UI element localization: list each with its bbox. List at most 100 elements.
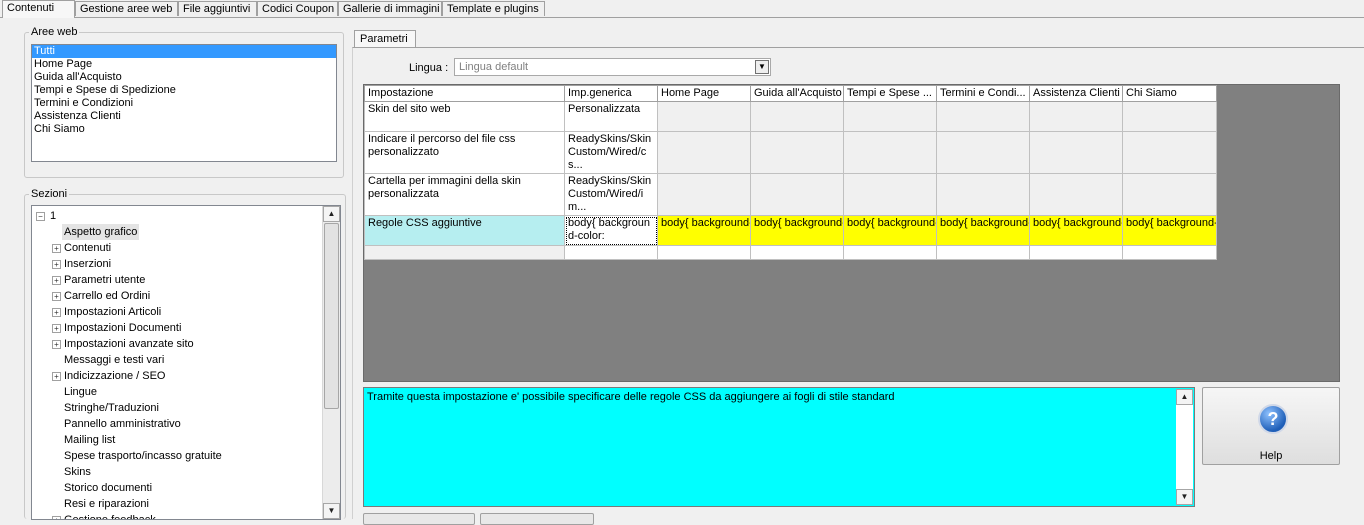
expand-icon[interactable]: + bbox=[52, 292, 61, 301]
tree-item[interactable]: Spese trasporto/incasso gratuite bbox=[32, 448, 312, 464]
table-row[interactable]: Regole CSS aggiuntive body{ background-co… bbox=[364, 215, 1217, 246]
tab-contenuti[interactable]: Contenuti bbox=[2, 0, 75, 18]
area-value-cell[interactable] bbox=[657, 173, 751, 216]
column-header[interactable]: Impostazione bbox=[364, 85, 565, 102]
expand-icon[interactable]: + bbox=[52, 516, 61, 519]
aree-web-item-assistenza[interactable]: Assistenza Clienti bbox=[32, 110, 336, 123]
tree-item[interactable]: + Indicizzazione / SEO bbox=[32, 368, 312, 384]
column-header[interactable]: Guida all'Acquisto bbox=[750, 85, 844, 102]
tab-gallerie-immagini[interactable]: Gallerie di immagini bbox=[338, 1, 442, 16]
scroll-up-icon[interactable]: ▲ bbox=[323, 206, 340, 222]
lingua-select[interactable]: Lingua default ▼ bbox=[454, 58, 771, 76]
tree-item[interactable]: Aspetto grafico bbox=[32, 224, 312, 240]
aree-web-item-home-page[interactable]: Home Page bbox=[32, 58, 336, 71]
generic-value-cell[interactable]: body{ background-color: bbox=[564, 215, 658, 246]
aree-web-item-guida-acquisto[interactable]: Guida all'Acquisto bbox=[32, 71, 336, 84]
bottom-button-1[interactable] bbox=[363, 513, 475, 525]
area-value-cell[interactable] bbox=[657, 131, 751, 174]
column-header[interactable]: Termini e Condi... bbox=[936, 85, 1030, 102]
area-value-cell[interactable] bbox=[657, 101, 751, 132]
area-value-cell[interactable] bbox=[1122, 173, 1217, 216]
expand-icon[interactable]: + bbox=[52, 260, 61, 269]
table-row[interactable]: Skin del sito web Personalizzata bbox=[364, 101, 1217, 132]
area-value-cell[interactable] bbox=[1029, 101, 1123, 132]
tab-template-plugins[interactable]: Template e plugins bbox=[442, 1, 545, 16]
area-value-cell[interactable]: body{ background-color: bbox=[750, 215, 844, 246]
sezioni-tree[interactable]: − 1 Aspetto grafico + Contenuti + Inserzioni… bbox=[31, 205, 341, 520]
tree-root[interactable]: − 1 bbox=[32, 208, 312, 224]
area-value-cell[interactable] bbox=[843, 173, 937, 216]
dropdown-arrow-icon[interactable]: ▼ bbox=[755, 60, 769, 74]
area-value-cell[interactable] bbox=[1122, 101, 1217, 132]
area-value-cell[interactable] bbox=[750, 131, 844, 174]
area-value-cell[interactable] bbox=[1029, 173, 1123, 216]
tree-item[interactable]: Stringhe/Traduzioni bbox=[32, 400, 312, 416]
tree-item[interactable]: + Impostazioni Documenti bbox=[32, 320, 312, 336]
expand-icon[interactable]: + bbox=[52, 276, 61, 285]
aree-web-listbox[interactable]: Tutti Home Page Guida all'Acquisto Tempi… bbox=[31, 44, 337, 162]
area-value-cell[interactable] bbox=[1029, 131, 1123, 174]
generic-value-cell[interactable]: ReadySkins/SkinCustom/Wired/cs... bbox=[564, 131, 658, 174]
tab-parametri[interactable]: Parametri bbox=[354, 30, 416, 48]
column-header[interactable]: Assistenza Clienti bbox=[1029, 85, 1123, 102]
area-value-cell[interactable] bbox=[843, 101, 937, 132]
scroll-thumb[interactable] bbox=[324, 223, 339, 409]
tree-item[interactable]: Mailing list bbox=[32, 432, 312, 448]
description-scrollbar[interactable]: ▲ ▼ bbox=[1176, 389, 1193, 505]
area-value-cell[interactable]: body{ background-color: bbox=[1122, 215, 1217, 246]
area-value-cell[interactable] bbox=[843, 131, 937, 174]
area-value-cell[interactable]: body{ background-color: bbox=[1029, 215, 1123, 246]
scroll-down-icon[interactable]: ▼ bbox=[323, 503, 340, 519]
tree-item[interactable]: Storico documenti bbox=[32, 480, 312, 496]
aree-web-item-tutti[interactable]: Tutti bbox=[32, 45, 336, 58]
tree-item[interactable]: + Contenuti bbox=[32, 240, 312, 256]
row-label: Cartella per immagini della skin persona… bbox=[364, 173, 565, 216]
column-header[interactable]: Tempi e Spese ... bbox=[843, 85, 937, 102]
area-value-cell[interactable]: body{ background-color: bbox=[843, 215, 937, 246]
tree-item[interactable]: Lingue bbox=[32, 384, 312, 400]
table-row[interactable]: Cartella per immagini della skin persona… bbox=[364, 173, 1217, 216]
area-value-cell[interactable] bbox=[936, 101, 1030, 132]
area-value-cell[interactable] bbox=[750, 101, 844, 132]
tree-item[interactable]: Messaggi e testi vari bbox=[32, 352, 312, 368]
tree-item[interactable]: + Impostazioni avanzate sito bbox=[32, 336, 312, 352]
aree-web-item-chi-siamo[interactable]: Chi Siamo bbox=[32, 123, 336, 136]
tree-item[interactable]: + Parametri utente bbox=[32, 272, 312, 288]
bottom-button-2[interactable] bbox=[480, 513, 594, 525]
scroll-up-icon[interactable]: ▲ bbox=[1176, 389, 1193, 405]
collapse-icon[interactable]: − bbox=[36, 212, 45, 221]
tree-item[interactable]: + Inserzioni bbox=[32, 256, 312, 272]
area-value-cell[interactable] bbox=[1122, 131, 1217, 174]
tab-codici-coupon[interactable]: Codici Coupon bbox=[257, 1, 338, 16]
description-box[interactable]: Tramite questa impostazione e' possibile… bbox=[363, 387, 1195, 507]
tab-gestione-aree-web[interactable]: Gestione aree web bbox=[75, 1, 178, 16]
area-value-cell[interactable] bbox=[936, 173, 1030, 216]
table-row[interactable]: Indicare il percorso del file css person… bbox=[364, 131, 1217, 174]
tree-item[interactable]: Resi e riparazioni bbox=[32, 496, 312, 512]
column-header[interactable]: Imp.generica bbox=[564, 85, 658, 102]
scroll-down-icon[interactable]: ▼ bbox=[1176, 489, 1193, 505]
generic-value-cell[interactable]: ReadySkins/SkinCustom/Wired/im... bbox=[564, 173, 658, 216]
expand-icon[interactable]: + bbox=[52, 372, 61, 381]
expand-icon[interactable]: + bbox=[52, 308, 61, 317]
help-button[interactable]: ? Help bbox=[1202, 387, 1340, 465]
area-value-cell[interactable] bbox=[750, 173, 844, 216]
tab-file-aggiuntivi[interactable]: File aggiuntivi bbox=[178, 1, 257, 16]
column-header[interactable]: Chi Siamo bbox=[1122, 85, 1217, 102]
tree-item[interactable]: + Impostazioni Articoli bbox=[32, 304, 312, 320]
tree-item[interactable]: + Carrello ed Ordini bbox=[32, 288, 312, 304]
tree-item[interactable]: Skins bbox=[32, 464, 312, 480]
area-value-cell[interactable] bbox=[936, 131, 1030, 174]
tree-item[interactable]: Pannello amministrativo bbox=[32, 416, 312, 432]
generic-value-cell[interactable]: Personalizzata bbox=[564, 101, 658, 132]
aree-web-item-termini[interactable]: Termini e Condizioni bbox=[32, 97, 336, 110]
column-header[interactable]: Home Page bbox=[657, 85, 751, 102]
area-value-cell[interactable]: body{ background-color: bbox=[936, 215, 1030, 246]
expand-icon[interactable]: + bbox=[52, 244, 61, 253]
aree-web-item-tempi-spese[interactable]: Tempi e Spese di Spedizione bbox=[32, 84, 336, 97]
area-value-cell[interactable]: body{ background-color: bbox=[657, 215, 751, 246]
expand-icon[interactable]: + bbox=[52, 324, 61, 333]
tree-item-label: Contenuti bbox=[64, 242, 112, 254]
expand-icon[interactable]: + bbox=[52, 340, 61, 349]
sezioni-scrollbar[interactable]: ▲ ▼ bbox=[322, 206, 340, 519]
